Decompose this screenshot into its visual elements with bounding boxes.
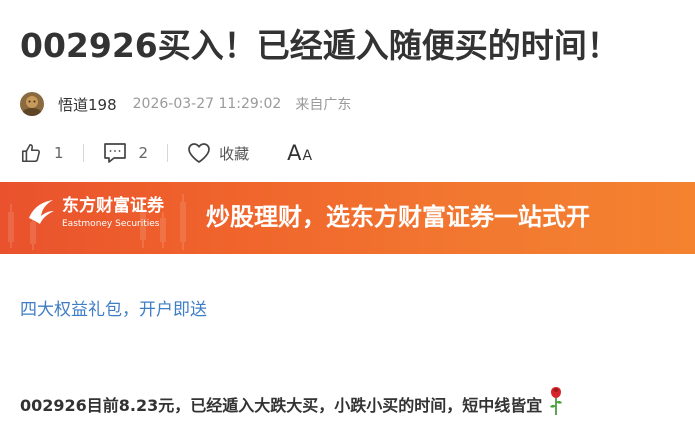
brand-name-en: Eastmoney Securities: [62, 219, 160, 229]
post-time: 2026-03-27 11:29:02: [132, 96, 282, 112]
author-avatar[interactable]: [20, 92, 44, 116]
author-name[interactable]: 悟道198: [58, 94, 117, 115]
comment-count: 2: [138, 144, 149, 162]
font-size-large-glyph: A: [287, 141, 302, 165]
like-count: 1: [54, 144, 64, 162]
font-size-small-glyph: A: [302, 148, 313, 164]
comment-button[interactable]: 2: [103, 142, 149, 164]
eastmoney-logo: 东方财富证券 Eastmoney Securities: [26, 196, 164, 230]
eastmoney-logo-icon: [26, 196, 56, 230]
font-size-button[interactable]: A A: [287, 141, 312, 165]
brand-name-cn: 东方财富证券: [62, 196, 164, 216]
paragraph-text: 002926目前8.23元，已经遁入大跌大买，小跌小买的时间，短中线皆宜: [20, 396, 543, 415]
favorite-label: 收藏: [219, 144, 250, 163]
action-bar: 1 2 收藏 A A: [20, 139, 312, 167]
article-paragraph: 002926目前8.23元，已经遁入大跌大买，小跌小买的时间，短中线皆宜: [20, 386, 564, 426]
comment-icon: [103, 142, 127, 164]
promo-link[interactable]: 四大权益礼包，开户即送: [20, 295, 207, 320]
article-title: 002926买入！已经遁入随便买的时间！: [20, 26, 620, 65]
divider: [167, 144, 169, 162]
author-meta: 悟道198 2026-03-27 11:29:02 来自广东: [20, 92, 351, 116]
banner-slogan: 炒股理财，选东方财富证券一站式开: [206, 203, 590, 231]
like-button[interactable]: 1: [20, 142, 64, 164]
post-location: 来自广东: [295, 97, 352, 113]
thumbs-up-icon: [20, 142, 42, 164]
ad-banner[interactable]: 东方财富证券 Eastmoney Securities 炒股理财，选东方财富证券…: [0, 182, 695, 254]
rose-icon: [548, 386, 564, 426]
heart-icon: [187, 142, 211, 164]
divider: [82, 144, 84, 162]
favorite-button[interactable]: 收藏: [187, 142, 249, 164]
